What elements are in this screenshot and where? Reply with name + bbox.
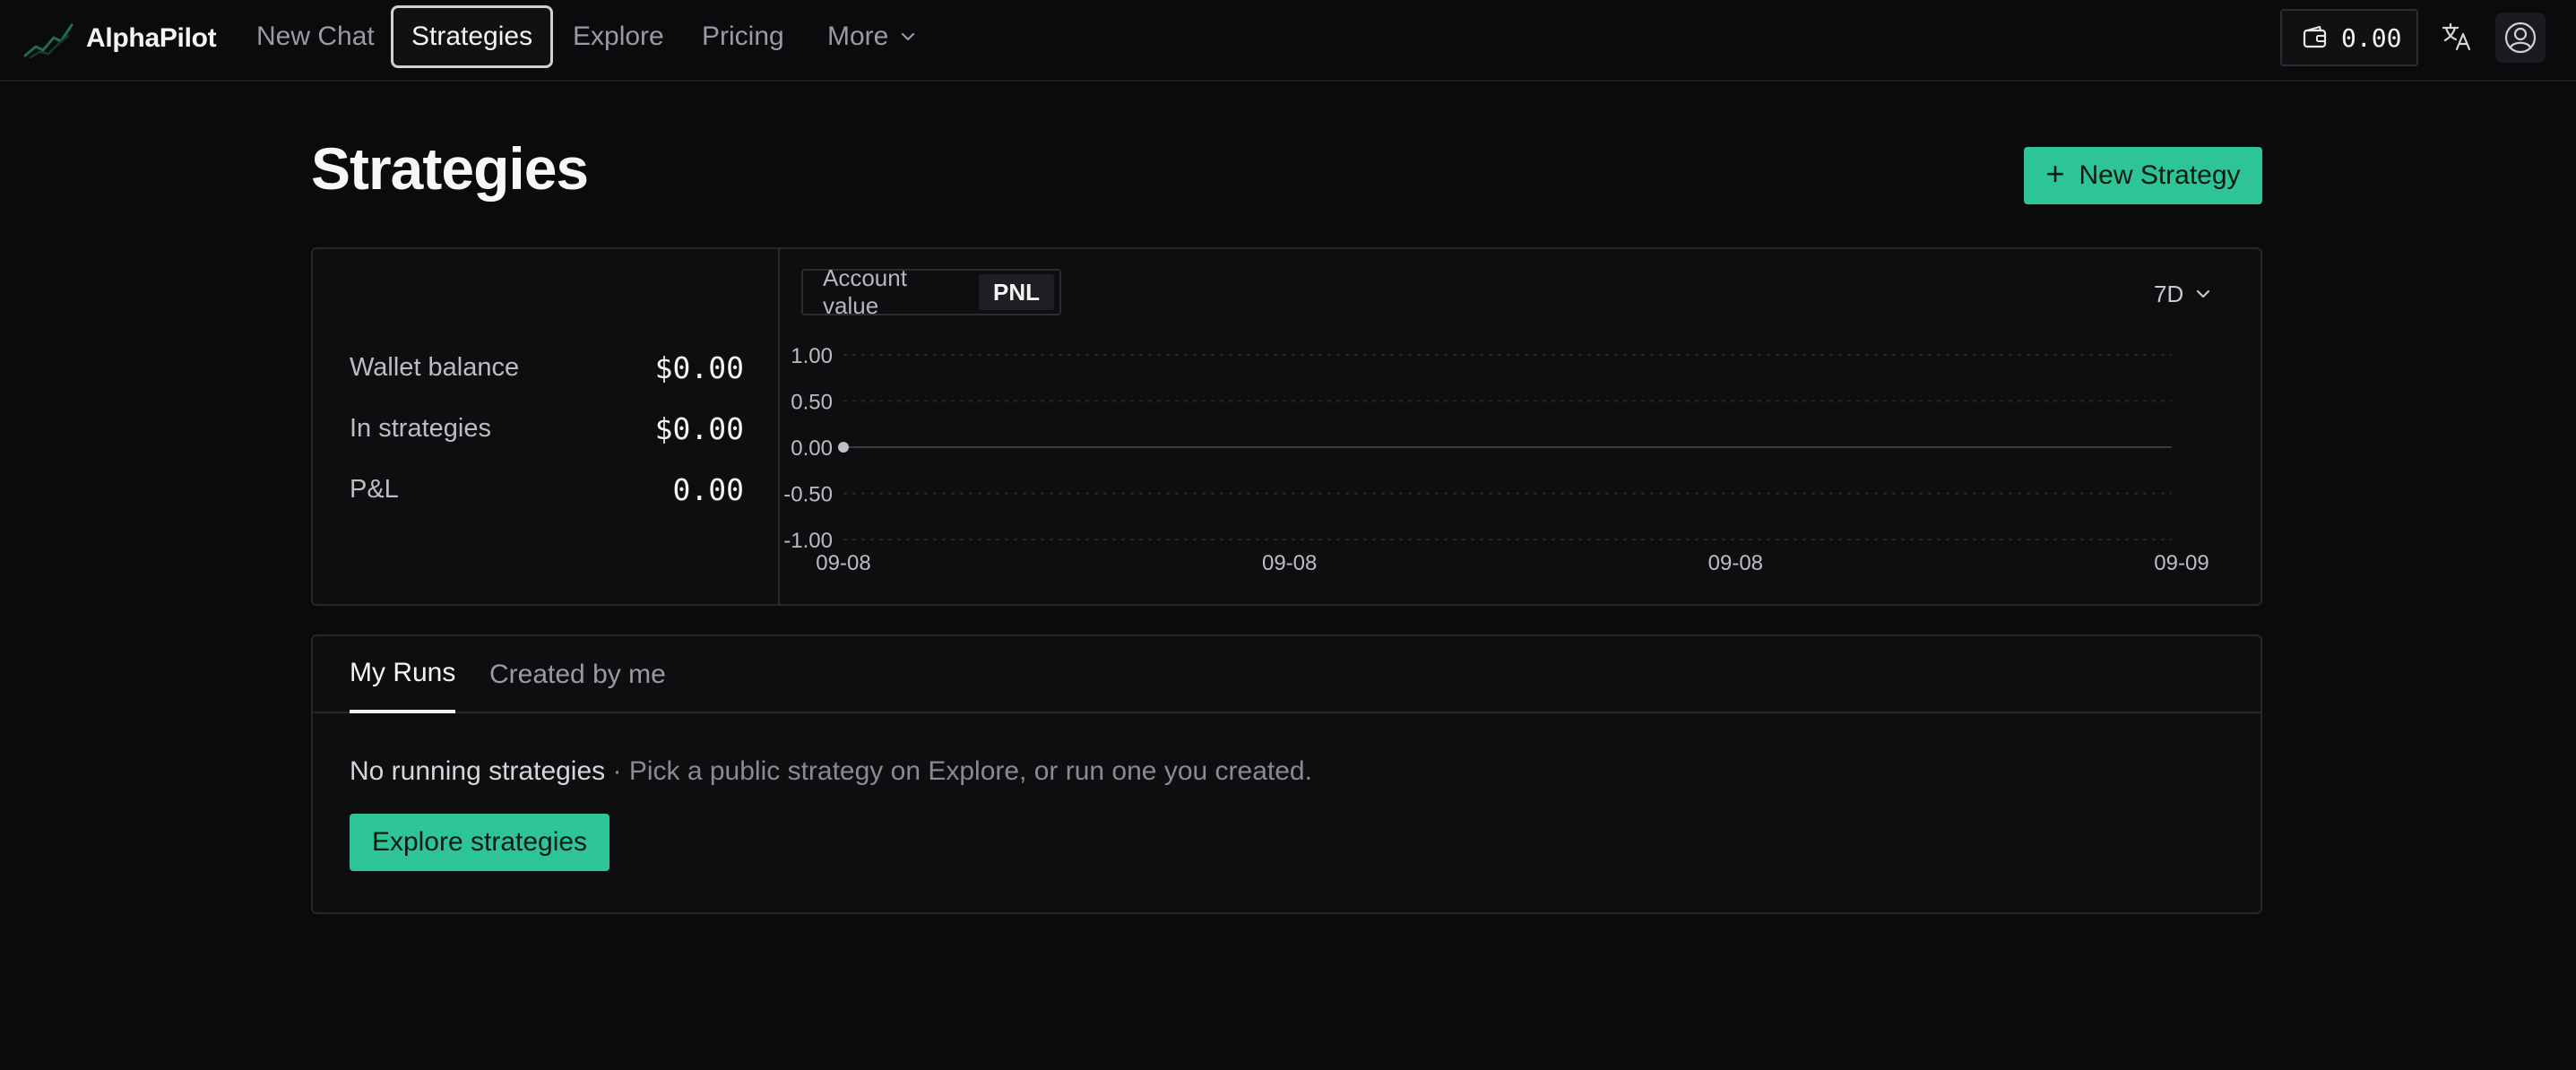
nav-more-label: More <box>827 22 889 51</box>
y-tick-label: 0.00 <box>791 436 833 461</box>
balance-label: P&L <box>350 474 399 504</box>
brand-name: AlphaPilot <box>86 23 217 53</box>
balance-row-in-strategies: In strategies $0.00 <box>350 406 744 451</box>
x-tick-label: 09-09 <box>2154 551 2209 575</box>
tab-my-runs[interactable]: My Runs <box>350 636 456 713</box>
balance-value: $0.00 <box>654 349 744 385</box>
empty-state-title: No running strategies <box>350 756 606 786</box>
y-tick-label: 1.00 <box>791 344 833 368</box>
balance-label: In strategies <box>350 413 491 443</box>
wallet-icon <box>2303 25 2327 48</box>
balance-panel: Wallet balance $0.00 In strategies $0.00… <box>313 249 780 604</box>
explore-strategies-button[interactable]: Explore strategies <box>350 814 609 871</box>
translate-icon <box>2442 22 2471 51</box>
balance-value: 0.00 <box>672 471 744 507</box>
language-button[interactable] <box>2436 16 2477 57</box>
range-value: 7D <box>2154 280 2184 307</box>
nav-more[interactable]: More <box>827 5 917 68</box>
pnl-chart: 1.000.500.00-0.50-1.0009-08 09-08 09-08 09-… <box>783 344 2209 575</box>
nav-explore[interactable]: Explore <box>573 5 664 68</box>
wallet-button[interactable]: 0.00 <box>2280 9 2418 66</box>
balance-row-wallet: Wallet balance $0.00 <box>350 345 744 390</box>
nav-new-chat[interactable]: New Chat <box>256 5 375 68</box>
summary-card: Wallet balance $0.00 In strategies $0.00… <box>311 247 2262 606</box>
x-tick-label: 09-08 <box>816 551 870 575</box>
x-tick-label: 09-08 <box>1708 551 1763 575</box>
balance-row-pnl: P&L 0.00 <box>350 467 744 512</box>
new-strategy-label: New Strategy <box>2079 160 2241 190</box>
nav-strategies[interactable]: Strategies <box>391 5 554 68</box>
tab-created-by-me[interactable]: Created by me <box>489 636 666 713</box>
brand[interactable]: AlphaPilot <box>23 16 217 61</box>
y-tick-label: -1.00 <box>783 529 833 553</box>
nav-pricing[interactable]: Pricing <box>702 5 784 68</box>
data-point <box>838 442 849 453</box>
account-button[interactable] <box>2495 13 2546 63</box>
chart-mode-toggle: Account value PNL <box>801 264 1061 319</box>
chevron-down-icon <box>2197 289 2210 298</box>
chart-logo-icon <box>23 23 73 59</box>
runs-card: My Runs Created by me No running strateg… <box>311 634 2262 914</box>
wallet-value: 0.00 <box>2341 22 2402 53</box>
top-navigation-bar: AlphaPilot New Chat Strategies Explore P… <box>0 0 2576 82</box>
chevron-down-icon <box>902 32 915 41</box>
x-tick-label: 09-08 <box>1262 551 1317 575</box>
balance-label: Wallet balance <box>350 352 520 382</box>
y-tick-label: -0.50 <box>783 483 833 507</box>
balance-value: $0.00 <box>654 410 744 446</box>
empty-state-hint: · Pick a public strategy on Explore, or … <box>605 756 1312 786</box>
plus-icon: + <box>2045 155 2065 192</box>
new-strategy-button[interactable]: + New Strategy <box>2024 147 2262 204</box>
range-select[interactable]: 7D <box>2154 276 2212 312</box>
y-tick-label: 0.50 <box>791 391 833 415</box>
runs-tabs: My Runs Created by me <box>313 636 2260 713</box>
toggle-pnl[interactable]: PNL <box>979 274 1054 310</box>
empty-state-message: No running strategies · Pick a public st… <box>350 756 1312 787</box>
user-icon <box>2504 22 2537 54</box>
toggle-account-value[interactable]: Account value <box>808 264 979 319</box>
page-title: Strategies <box>311 135 589 202</box>
